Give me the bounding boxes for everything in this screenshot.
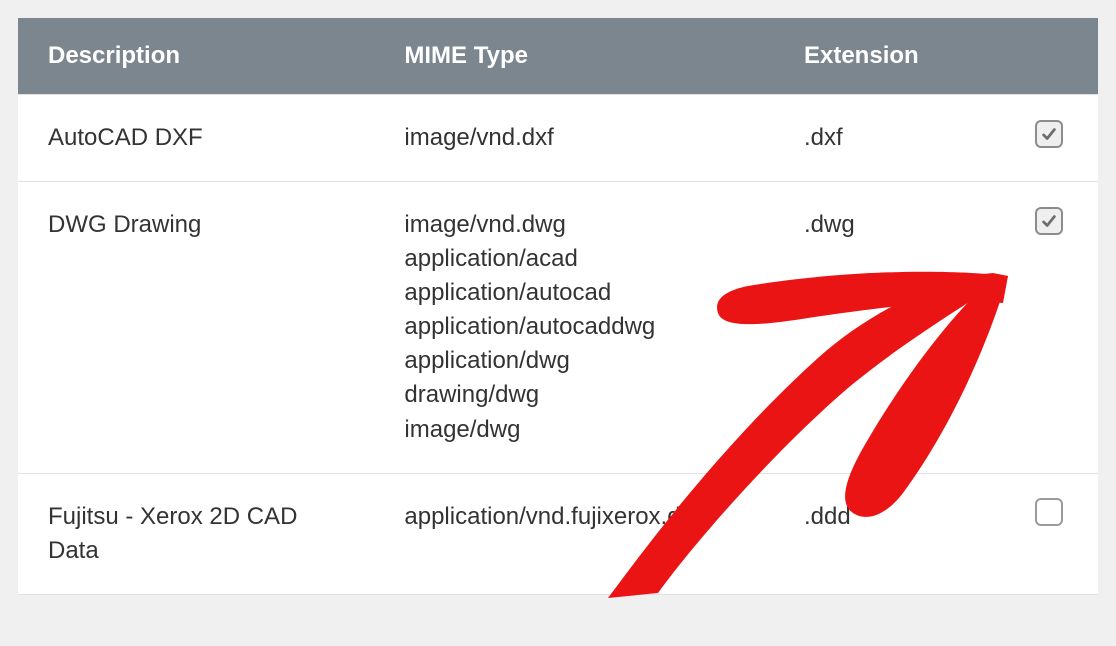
cell-checkbox xyxy=(1001,473,1098,594)
cell-mime: image/vnd.dwg application/acad applicati… xyxy=(374,182,774,474)
cell-description: DWG Drawing xyxy=(18,182,374,474)
table-row: DWG Drawing image/vnd.dwg application/ac… xyxy=(18,182,1098,474)
header-extension: Extension xyxy=(774,18,1001,95)
header-mime: MIME Type xyxy=(374,18,774,95)
table-row: Fujitsu - Xerox 2D CAD Data application/… xyxy=(18,473,1098,594)
check-icon xyxy=(1040,125,1058,143)
mime-list: application/vnd.fujixerox.ddd xyxy=(404,500,744,534)
mime-value: application/vnd.fujixerox.ddd xyxy=(404,500,744,534)
enable-checkbox[interactable] xyxy=(1035,120,1063,148)
mime-value: application/dwg xyxy=(404,344,744,378)
header-description: Description xyxy=(18,18,374,95)
cell-extension: .dwg xyxy=(774,182,1001,474)
mime-value: application/acad xyxy=(404,242,744,276)
table-row: AutoCAD DXF image/vnd.dxf .dxf xyxy=(18,95,1098,182)
mime-list: image/vnd.dwg application/acad applicati… xyxy=(404,208,744,447)
cell-mime: image/vnd.dxf xyxy=(374,95,774,182)
mime-value: image/vnd.dxf xyxy=(404,121,744,155)
cell-description: Fujitsu - Xerox 2D CAD Data xyxy=(18,473,374,594)
cell-description: AutoCAD DXF xyxy=(18,95,374,182)
mime-value: application/autocaddwg xyxy=(404,310,744,344)
header-checkbox xyxy=(1001,18,1098,95)
enable-checkbox[interactable] xyxy=(1035,207,1063,235)
mime-value: application/autocad xyxy=(404,276,744,310)
cell-mime: application/vnd.fujixerox.ddd xyxy=(374,473,774,594)
cell-checkbox xyxy=(1001,182,1098,474)
cell-extension: .ddd xyxy=(774,473,1001,594)
cell-extension: .dxf xyxy=(774,95,1001,182)
mime-value: drawing/dwg xyxy=(404,378,744,412)
enable-checkbox[interactable] xyxy=(1035,498,1063,526)
cell-checkbox xyxy=(1001,95,1098,182)
mime-list: image/vnd.dxf xyxy=(404,121,744,155)
mime-value: image/vnd.dwg xyxy=(404,208,744,242)
check-icon xyxy=(1040,212,1058,230)
mime-value: image/dwg xyxy=(404,413,744,447)
mime-types-table-container: Description MIME Type Extension AutoCAD … xyxy=(18,18,1098,595)
mime-types-table: Description MIME Type Extension AutoCAD … xyxy=(18,18,1098,595)
table-header-row: Description MIME Type Extension xyxy=(18,18,1098,95)
